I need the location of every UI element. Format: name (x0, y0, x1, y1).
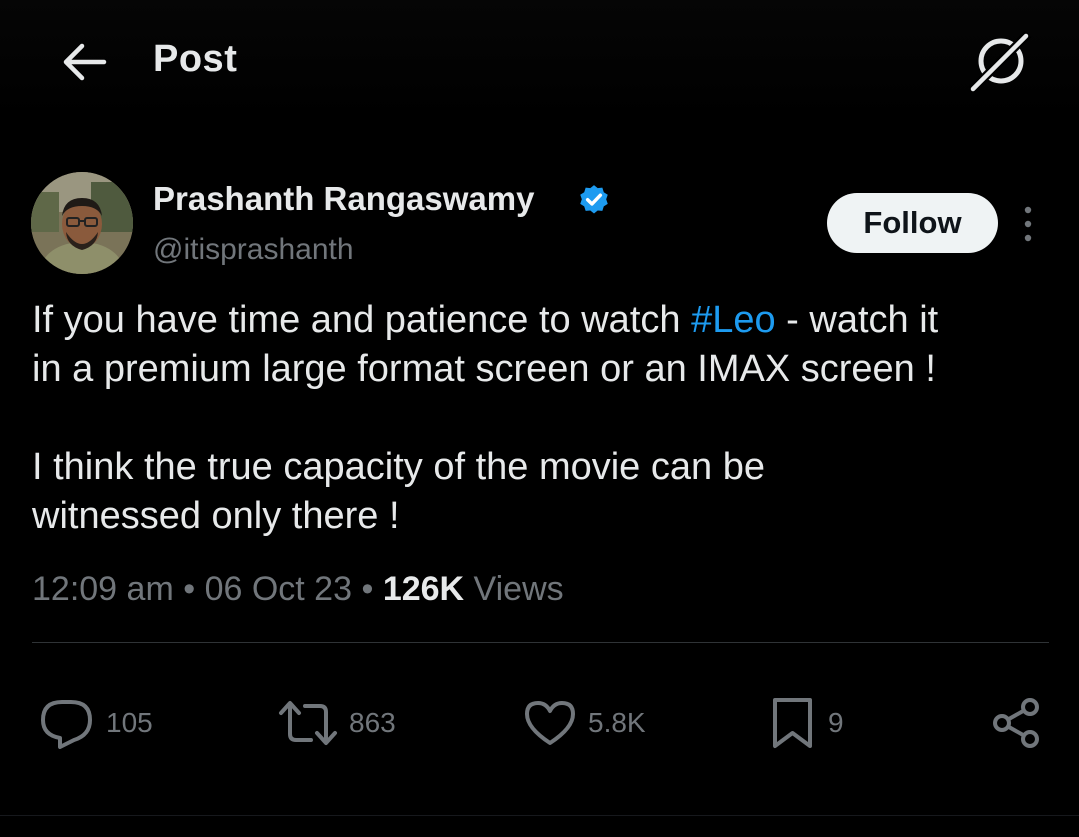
more-options-button[interactable] (1013, 200, 1043, 248)
top-bar: Post (0, 0, 1079, 120)
views-count[interactable]: 126K (383, 570, 464, 608)
back-button[interactable] (58, 38, 110, 86)
share-icon (993, 698, 1039, 748)
like-button[interactable]: 5.8K (522, 693, 646, 753)
share-button[interactable] (990, 693, 1044, 753)
repost-count: 863 (349, 707, 396, 738)
divider (32, 642, 1049, 643)
post-text: If you have time and patience to watch #… (32, 296, 1062, 541)
like-count: 5.8K (588, 707, 646, 738)
post-date: 06 Oct 23 (204, 570, 352, 608)
author-name[interactable]: Prashanth Rangaswamy (153, 180, 534, 218)
arrow-left-icon (63, 43, 107, 81)
meta-separator: • (361, 570, 374, 608)
post-time: 12:09 am (32, 570, 174, 608)
bookmark-button[interactable]: 9 (768, 693, 844, 753)
profile-photo (31, 172, 133, 274)
author-handle[interactable]: @itisprashanth (153, 233, 354, 267)
more-vertical-icon (1024, 206, 1032, 242)
bottom-divider (0, 815, 1079, 816)
follow-button[interactable]: Follow (827, 193, 998, 253)
reply-bubble-icon (41, 700, 92, 749)
views-label: Views (473, 570, 564, 608)
verified-badge-icon (577, 183, 611, 217)
grok-button[interactable] (968, 30, 1032, 94)
bookmark-count: 9 (828, 707, 844, 738)
post-line-3: I think the true capacity of the movie c… (32, 446, 765, 488)
bookmark-icon (773, 698, 812, 748)
page-title: Post (153, 38, 238, 80)
reply-count: 105 (106, 707, 153, 738)
post-line-1: If you have time and patience to watch #… (32, 299, 939, 341)
post-line-2: in a premium large format screen or an I… (32, 348, 936, 390)
avatar[interactable] (31, 172, 133, 274)
heart-icon (525, 701, 575, 745)
repost-button[interactable]: 863 (277, 693, 396, 753)
hashtag-link[interactable]: #Leo (691, 299, 776, 341)
post-line-4: witnessed only there ! (32, 495, 400, 537)
reply-button[interactable]: 105 (38, 693, 153, 753)
post-meta: 12:09 am • 06 Oct 23 • 126K Views (32, 570, 564, 609)
post-detail-screen: Post Prashanth Rangaswamy @itisprashanth… (0, 0, 1079, 837)
repost-icon (279, 701, 337, 745)
grok-icon (968, 30, 1032, 94)
meta-separator: • (183, 570, 196, 608)
